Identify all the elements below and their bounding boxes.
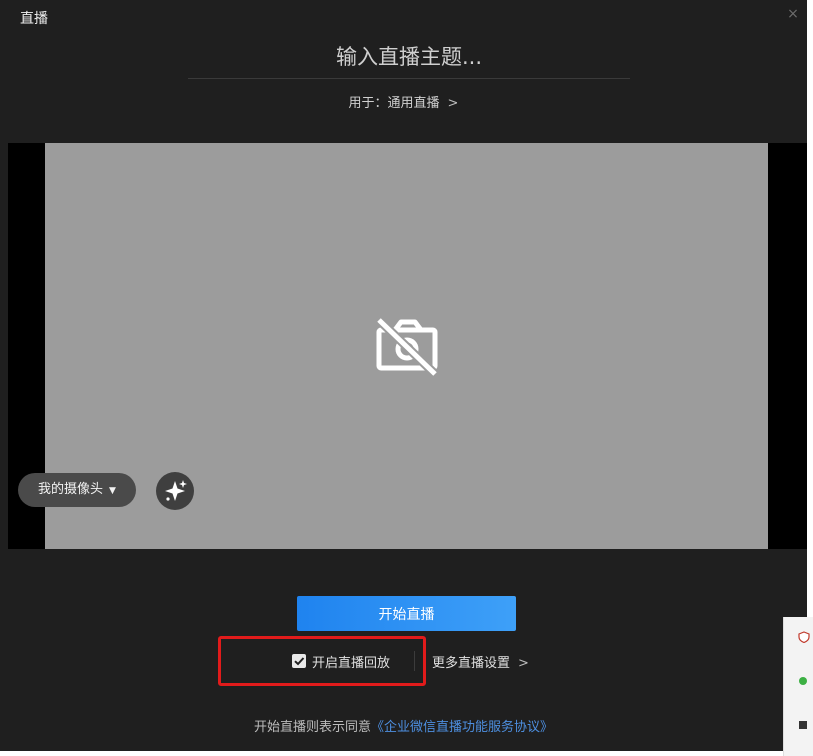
more-settings-link[interactable]: 更多直播设置 > <box>432 652 529 671</box>
chevron-right-icon: > <box>518 656 529 671</box>
agreement-prefix: 开始直播则表示同意 <box>253 720 371 735</box>
replay-toggle[interactable]: 开启直播回放 <box>292 652 391 671</box>
background-window-edge <box>783 617 813 756</box>
shield-icon <box>798 631 810 643</box>
chevron-right-icon: > <box>447 96 459 111</box>
caret-down-icon: ▼ <box>109 486 116 496</box>
sparkle-icon <box>165 480 187 501</box>
beauty-button[interactable] <box>156 472 194 510</box>
camera-select[interactable]: 我的摄像头 ▼ <box>18 473 136 507</box>
green-app-icon <box>799 677 807 685</box>
live-stream-window: 直播 × 用于：通用直播 > 我的摄像头 ▼ 开始直播 开启直播回放 <box>0 0 807 751</box>
checkmark-icon <box>294 657 305 666</box>
more-settings-label: 更多直播设置 <box>432 656 511 671</box>
topic-input[interactable] <box>188 36 630 79</box>
start-live-button[interactable]: 开始直播 <box>297 596 516 631</box>
close-button[interactable]: × <box>785 6 801 22</box>
camera-select-label: 我的摄像头 <box>38 482 104 497</box>
replay-checkbox[interactable] <box>292 654 306 668</box>
purpose-selector[interactable]: 用于：通用直播 > <box>0 92 807 111</box>
camera-off-icon <box>375 316 439 376</box>
divider <box>414 651 415 671</box>
dark-app-icon <box>799 721 807 729</box>
agreement-text: 开始直播则表示同意《企业微信直播功能服务协议》 <box>0 716 807 735</box>
purpose-label: 用于：通用直播 <box>348 96 440 111</box>
agreement-link[interactable]: 《企业微信直播功能服务协议》 <box>371 720 553 735</box>
replay-label: 开启直播回放 <box>312 655 391 671</box>
window-title: 直播 <box>20 11 48 27</box>
